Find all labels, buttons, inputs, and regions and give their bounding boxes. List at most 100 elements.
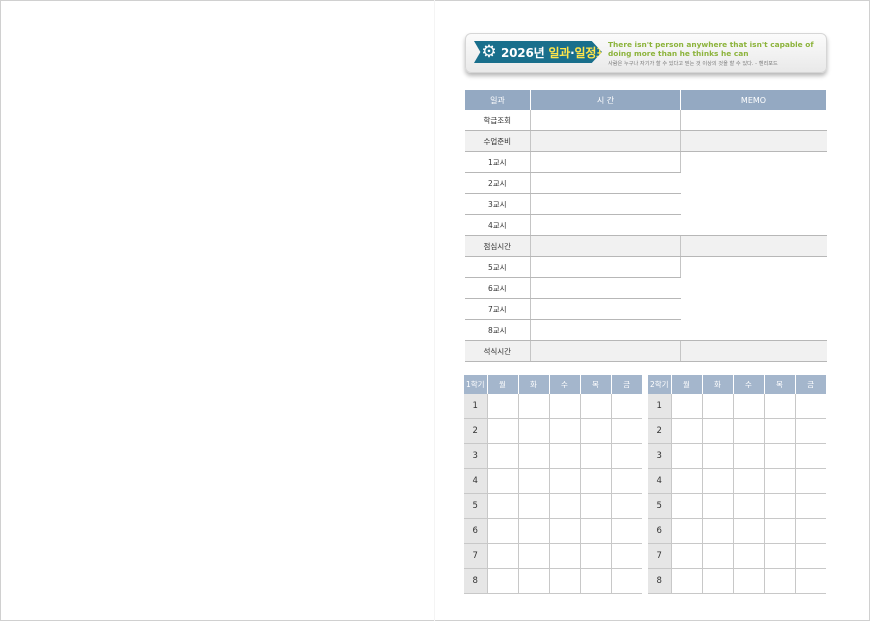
semester1-header-row: 1학기 월 화 수 목 금 xyxy=(464,375,642,394)
time-cell[interactable] xyxy=(530,340,681,362)
timetable-cell[interactable] xyxy=(764,518,796,544)
timetable-cell[interactable] xyxy=(795,443,826,469)
timetable-cell[interactable] xyxy=(733,394,765,419)
timetable-cell[interactable] xyxy=(611,468,642,494)
memo-cell-afternoon[interactable] xyxy=(680,256,827,341)
time-cell[interactable] xyxy=(530,235,681,257)
timetable-cell[interactable] xyxy=(549,443,581,469)
timetable-cell[interactable] xyxy=(671,418,703,444)
timetable-cell[interactable] xyxy=(795,493,826,519)
timetable-cell[interactable] xyxy=(795,543,826,569)
timetable-cell[interactable] xyxy=(580,418,612,444)
timetable-cell[interactable] xyxy=(671,493,703,519)
timetable-cell[interactable] xyxy=(671,518,703,544)
time-cell[interactable] xyxy=(530,298,681,320)
timetable-cell[interactable] xyxy=(702,543,734,569)
timetable-cell[interactable] xyxy=(702,443,734,469)
timetable-cell[interactable] xyxy=(487,493,519,519)
timetable-cell[interactable] xyxy=(580,394,612,419)
time-cell[interactable] xyxy=(530,319,681,341)
memo-cell[interactable] xyxy=(680,130,827,152)
timetable-cell[interactable] xyxy=(733,518,765,544)
timetable-cell[interactable] xyxy=(549,394,581,419)
time-cell[interactable] xyxy=(530,277,681,299)
timetable-cell[interactable] xyxy=(580,443,612,469)
timetable-cell[interactable] xyxy=(487,418,519,444)
timetable-cell[interactable] xyxy=(549,543,581,569)
time-cell[interactable] xyxy=(530,256,681,278)
timetable-cell[interactable] xyxy=(764,543,796,569)
timetable-cell[interactable] xyxy=(671,443,703,469)
timetable-cell[interactable] xyxy=(611,568,642,594)
period-row: 4 xyxy=(648,468,826,494)
time-cell[interactable] xyxy=(530,172,681,194)
memo-cell[interactable] xyxy=(680,340,827,362)
timetable-cell[interactable] xyxy=(549,418,581,444)
timetable-cell[interactable] xyxy=(580,468,612,494)
timetable-cell[interactable] xyxy=(702,468,734,494)
timetable-cell[interactable] xyxy=(549,518,581,544)
timetable-cell[interactable] xyxy=(549,493,581,519)
timetable-cell[interactable] xyxy=(487,443,519,469)
timetable-cell[interactable] xyxy=(764,493,796,519)
time-cell[interactable] xyxy=(530,130,681,152)
timetable-cell[interactable] xyxy=(611,418,642,444)
time-cell[interactable] xyxy=(530,151,681,173)
memo-cell[interactable] xyxy=(680,235,827,257)
timetable-cell[interactable] xyxy=(487,518,519,544)
timetable-cell[interactable] xyxy=(518,443,550,469)
timetable-cell[interactable] xyxy=(671,394,703,419)
timetable-cell[interactable] xyxy=(733,543,765,569)
timetable-cell[interactable] xyxy=(702,568,734,594)
timetable-cell[interactable] xyxy=(702,418,734,444)
timetable-cell[interactable] xyxy=(795,418,826,444)
memo-cell[interactable] xyxy=(680,110,827,131)
timetable-cell[interactable] xyxy=(702,493,734,519)
timetable-cell[interactable] xyxy=(549,568,581,594)
timetable-cell[interactable] xyxy=(611,443,642,469)
timetable-cell[interactable] xyxy=(611,518,642,544)
timetable-cell[interactable] xyxy=(733,468,765,494)
timetable-cell[interactable] xyxy=(580,543,612,569)
timetable-cell[interactable] xyxy=(611,493,642,519)
timetable-cell[interactable] xyxy=(733,443,765,469)
time-cell[interactable] xyxy=(530,214,681,236)
timetable-cell[interactable] xyxy=(611,543,642,569)
timetable-cell[interactable] xyxy=(733,568,765,594)
timetable-cell[interactable] xyxy=(795,518,826,544)
timetable-cell[interactable] xyxy=(518,568,550,594)
timetable-cell[interactable] xyxy=(764,568,796,594)
timetable-cell[interactable] xyxy=(795,468,826,494)
timetable-cell[interactable] xyxy=(518,493,550,519)
timetable-cell[interactable] xyxy=(487,394,519,419)
time-cell[interactable] xyxy=(530,110,681,131)
timetable-cell[interactable] xyxy=(580,568,612,594)
timetable-cell[interactable] xyxy=(795,568,826,594)
timetable-cell[interactable] xyxy=(764,468,796,494)
timetable-cell[interactable] xyxy=(487,568,519,594)
timetable-cell[interactable] xyxy=(702,394,734,419)
timetable-cell[interactable] xyxy=(549,468,581,494)
timetable-cell[interactable] xyxy=(518,543,550,569)
timetable-cell[interactable] xyxy=(764,394,796,419)
timetable-cell[interactable] xyxy=(487,468,519,494)
timetable-cell[interactable] xyxy=(702,518,734,544)
timetable-cell[interactable] xyxy=(764,418,796,444)
timetable-cell[interactable] xyxy=(764,443,796,469)
timetable-cell[interactable] xyxy=(795,394,826,419)
memo-cell-morning[interactable] xyxy=(680,151,827,236)
timetable-cell[interactable] xyxy=(671,568,703,594)
timetable-cell[interactable] xyxy=(487,543,519,569)
timetable-cell[interactable] xyxy=(733,493,765,519)
timetable-cell[interactable] xyxy=(733,418,765,444)
timetable-cell[interactable] xyxy=(518,418,550,444)
time-cell[interactable] xyxy=(530,193,681,215)
timetable-cell[interactable] xyxy=(580,493,612,519)
timetable-cell[interactable] xyxy=(580,518,612,544)
timetable-cell[interactable] xyxy=(671,468,703,494)
timetable-cell[interactable] xyxy=(671,543,703,569)
timetable-cell[interactable] xyxy=(518,468,550,494)
timetable-cell[interactable] xyxy=(518,394,550,419)
timetable-cell[interactable] xyxy=(518,518,550,544)
timetable-cell[interactable] xyxy=(611,394,642,419)
